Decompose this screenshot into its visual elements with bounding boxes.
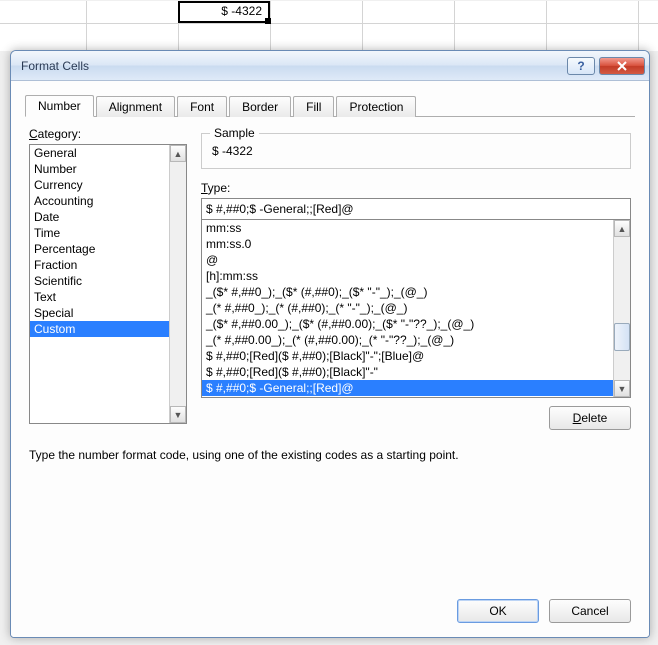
- tab-number[interactable]: Number: [25, 95, 94, 117]
- type-list-item[interactable]: _(* #,##0.00_);_(* (#,##0.00);_(* "-"??_…: [202, 332, 613, 348]
- category-label: Category:: [29, 127, 187, 141]
- type-list-item[interactable]: $ #,##0;[Red]($ #,##0);[Black]"-": [202, 364, 613, 380]
- sample-group: Sample $ -4322: [201, 133, 631, 169]
- category-item[interactable]: General: [30, 145, 169, 161]
- selected-cell[interactable]: $ -4322: [178, 1, 270, 23]
- tab-alignment[interactable]: Alignment: [96, 96, 175, 117]
- dialog-title: Format Cells: [21, 59, 89, 73]
- tab-fill[interactable]: Fill: [293, 96, 334, 117]
- type-list-item[interactable]: @: [202, 252, 613, 268]
- cell-value: $ -4322: [221, 4, 262, 18]
- category-listbox[interactable]: GeneralNumberCurrencyAccountingDateTimeP…: [29, 144, 187, 424]
- type-label: Type:: [201, 181, 631, 195]
- category-item[interactable]: Text: [30, 289, 169, 305]
- type-list-item[interactable]: mm:ss: [202, 220, 613, 236]
- scroll-up-icon[interactable]: ▲: [614, 220, 630, 237]
- type-list-item[interactable]: $ #,##0;[Red]($ #,##0);[Black]"-";[Blue]…: [202, 348, 613, 364]
- scroll-down-icon[interactable]: ▼: [614, 380, 630, 397]
- tabs: Number Alignment Font Border Fill Protec…: [25, 93, 635, 117]
- type-list-item[interactable]: _(* #,##0_);_(* (#,##0);_(* "-"_);_(@_): [202, 300, 613, 316]
- scroll-thumb[interactable]: [614, 323, 630, 351]
- category-item[interactable]: Special: [30, 305, 169, 321]
- ok-button[interactable]: OK: [457, 599, 539, 623]
- hint-text: Type the number format code, using one o…: [29, 448, 631, 462]
- spreadsheet-backdrop: $ -4322: [0, 1, 658, 51]
- type-list-item[interactable]: [h]:mm:ss: [202, 268, 613, 284]
- category-item[interactable]: Custom: [30, 321, 169, 337]
- sample-label: Sample: [210, 126, 259, 140]
- category-scrollbar[interactable]: ▲ ▼: [169, 145, 186, 423]
- type-list-item[interactable]: _($* #,##0_);_($* (#,##0);_($* "-"_);_(@…: [202, 284, 613, 300]
- close-icon: [616, 61, 628, 71]
- type-scrollbar[interactable]: ▲ ▼: [613, 220, 630, 397]
- titlebar[interactable]: Format Cells ?: [11, 51, 649, 81]
- type-listbox[interactable]: mm:ssmm:ss.0@[h]:mm:ss_($* #,##0_);_($* …: [201, 220, 631, 398]
- category-item[interactable]: Scientific: [30, 273, 169, 289]
- type-list-item[interactable]: mm:ss.0: [202, 236, 613, 252]
- category-item[interactable]: Number: [30, 161, 169, 177]
- tab-border[interactable]: Border: [229, 96, 291, 117]
- category-item[interactable]: Fraction: [30, 257, 169, 273]
- scroll-down-icon[interactable]: ▼: [170, 406, 186, 423]
- type-input[interactable]: [201, 198, 631, 220]
- type-list-item[interactable]: _($* #,##0.00_);_($* (#,##0.00);_($* "-"…: [202, 316, 613, 332]
- category-item[interactable]: Date: [30, 209, 169, 225]
- fill-handle[interactable]: [265, 18, 271, 24]
- sample-value: $ -4322: [212, 144, 620, 158]
- type-list-item[interactable]: $ #,##0;$ -General;;[Red]@: [202, 380, 613, 396]
- help-button[interactable]: ?: [567, 57, 595, 75]
- help-icon: ?: [577, 59, 584, 73]
- category-item[interactable]: Percentage: [30, 241, 169, 257]
- cancel-button[interactable]: Cancel: [549, 599, 631, 623]
- tab-protection[interactable]: Protection: [336, 96, 416, 117]
- category-item[interactable]: Accounting: [30, 193, 169, 209]
- category-item[interactable]: Time: [30, 225, 169, 241]
- tab-font[interactable]: Font: [177, 96, 227, 117]
- scroll-up-icon[interactable]: ▲: [170, 145, 186, 162]
- format-cells-dialog: Format Cells ? Number Alignment Font Bor…: [10, 50, 650, 638]
- close-button[interactable]: [599, 57, 645, 75]
- delete-button[interactable]: Delete: [549, 406, 631, 430]
- category-item[interactable]: Currency: [30, 177, 169, 193]
